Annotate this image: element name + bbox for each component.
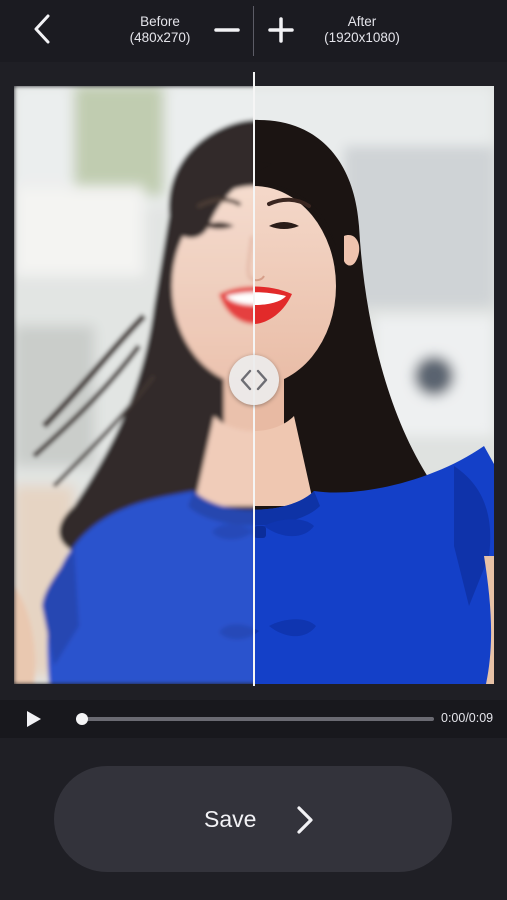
chevron-right-icon <box>297 806 313 834</box>
play-button[interactable] <box>24 709 44 729</box>
save-button[interactable]: Save <box>54 766 452 872</box>
zoom-out-button[interactable] <box>209 12 245 48</box>
compare-slider-handle[interactable] <box>229 355 279 405</box>
zoom-in-button[interactable] <box>263 12 299 48</box>
progress-knob[interactable] <box>76 713 88 725</box>
before-label: Before <box>140 14 180 29</box>
plus-icon <box>268 17 294 43</box>
chevron-left-icon <box>34 14 50 44</box>
save-label: Save <box>204 806 257 832</box>
video-player-bar: 0:00/0:09 <box>0 700 507 738</box>
header-divider <box>253 6 254 56</box>
before-resolution: (480x270) <box>129 30 191 45</box>
after-label-group: After (1920x1080) <box>302 14 422 46</box>
top-bar: Before (480x270) After (1920x1080) <box>0 0 507 62</box>
after-resolution: (1920x1080) <box>324 30 400 45</box>
playback-time: 0:00/0:09 <box>441 711 494 725</box>
back-button[interactable] <box>22 9 62 49</box>
progress-slider[interactable] <box>76 713 434 725</box>
left-right-arrows-icon <box>240 369 268 391</box>
play-icon <box>27 711 41 727</box>
minus-icon <box>214 28 240 32</box>
before-label-group: Before (480x270) <box>100 14 220 46</box>
after-label: After <box>347 14 377 29</box>
